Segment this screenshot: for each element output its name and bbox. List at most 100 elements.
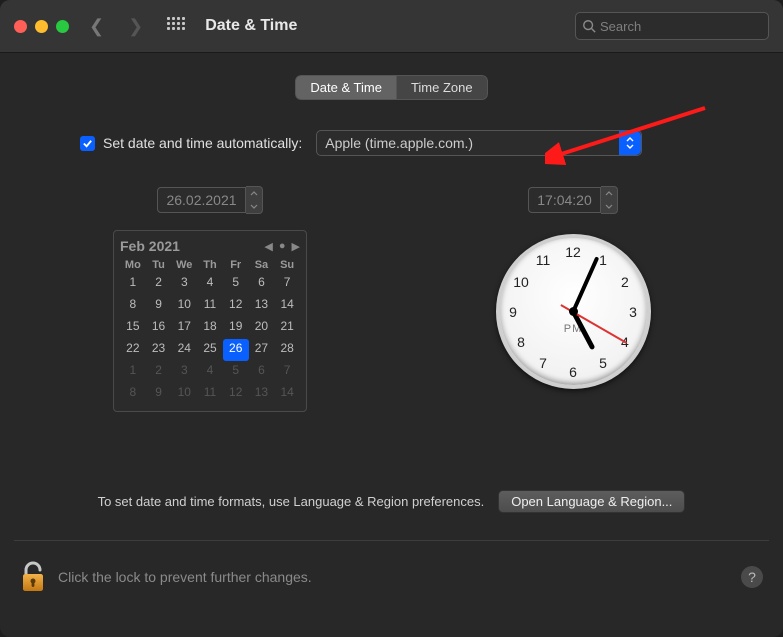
lock-row: Click the lock to prevent further change…: [20, 560, 763, 594]
titlebar: ❮ ❯ Date & Time Search: [0, 0, 783, 53]
calendar[interactable]: Feb 2021 ◀ ● ▶ MoTuWeThFrSaSu12345678910…: [113, 230, 307, 412]
clock-numeral: 3: [629, 304, 637, 320]
auto-time-label: Set date and time automatically:: [103, 135, 302, 151]
calendar-day[interactable]: 26: [223, 339, 249, 361]
calendar-day[interactable]: 7: [274, 361, 300, 383]
date-column: 26.02.2021 Feb 2021 ◀ ● ▶ MoTuWeThFrSaSu…: [60, 186, 360, 412]
calendar-day[interactable]: 8: [120, 295, 146, 317]
calendar-day[interactable]: 5: [223, 273, 249, 295]
calendar-day[interactable]: 16: [146, 317, 172, 339]
calendar-dow: Mo: [120, 257, 146, 273]
calendar-dow: Tu: [146, 257, 172, 273]
calendar-day[interactable]: 13: [249, 295, 275, 317]
calendar-day[interactable]: 4: [197, 361, 223, 383]
calendar-prev-icon[interactable]: ◀: [264, 240, 272, 253]
time-field[interactable]: 17:04:20: [528, 186, 618, 214]
calendar-day[interactable]: 18: [197, 317, 223, 339]
clock-numeral: 5: [599, 355, 607, 371]
window-title: Date & Time: [205, 17, 297, 35]
calendar-day[interactable]: 19: [223, 317, 249, 339]
calendar-dow: Su: [274, 257, 300, 273]
calendar-day[interactable]: 1: [120, 361, 146, 383]
clock-numeral: 7: [539, 355, 547, 371]
clock-numeral: 1: [599, 252, 607, 268]
search-icon: [582, 19, 596, 33]
main-columns: 26.02.2021 Feb 2021 ◀ ● ▶ MoTuWeThFrSaSu…: [0, 186, 783, 412]
zoom-window-button[interactable]: [56, 20, 69, 33]
calendar-today-icon[interactable]: ●: [279, 240, 286, 252]
calendar-day[interactable]: 2: [146, 273, 172, 295]
calendar-day[interactable]: 28: [274, 339, 300, 361]
stepper-down-icon: [601, 200, 617, 213]
calendar-day[interactable]: 20: [249, 317, 275, 339]
clock-numeral: 9: [509, 304, 517, 320]
calendar-day[interactable]: 7: [274, 273, 300, 295]
auto-time-checkbox[interactable]: [80, 136, 95, 151]
calendar-day[interactable]: 3: [171, 361, 197, 383]
date-value: 26.02.2021: [157, 187, 245, 213]
calendar-day[interactable]: 12: [223, 295, 249, 317]
preferences-window: ❮ ❯ Date & Time Search Date & Time Time …: [0, 0, 783, 637]
tab-date-time[interactable]: Date & Time: [295, 75, 396, 100]
nav-arrows: ❮ ❯: [89, 17, 143, 35]
minimize-window-button[interactable]: [35, 20, 48, 33]
calendar-day[interactable]: 9: [146, 295, 172, 317]
forward-button[interactable]: ❯: [128, 17, 143, 35]
calendar-nav: ◀ ● ▶: [264, 240, 300, 253]
footer-row: To set date and time formats, use Langua…: [0, 490, 783, 513]
calendar-dow: We: [171, 257, 197, 273]
footer-text: To set date and time formats, use Langua…: [98, 494, 485, 509]
time-server-dropdown[interactable]: Apple (time.apple.com.): [316, 130, 642, 156]
calendar-day[interactable]: 6: [249, 361, 275, 383]
search-field[interactable]: Search: [575, 12, 769, 40]
help-button[interactable]: ?: [741, 566, 763, 588]
time-stepper[interactable]: [601, 186, 618, 214]
time-column: 17:04:20 PM 121234567891011: [423, 186, 723, 412]
calendar-day[interactable]: 8: [120, 383, 146, 405]
tab-time-zone[interactable]: Time Zone: [396, 75, 488, 100]
lock-text: Click the lock to prevent further change…: [58, 569, 312, 585]
calendar-day[interactable]: 4: [197, 273, 223, 295]
calendar-day[interactable]: 23: [146, 339, 172, 361]
calendar-day[interactable]: 11: [197, 383, 223, 405]
time-value: 17:04:20: [528, 187, 601, 213]
calendar-day[interactable]: 25: [197, 339, 223, 361]
calendar-day[interactable]: 2: [146, 361, 172, 383]
clock-numeral: 8: [517, 334, 525, 350]
close-window-button[interactable]: [14, 20, 27, 33]
calendar-day[interactable]: 1: [120, 273, 146, 295]
back-button[interactable]: ❮: [89, 17, 104, 35]
calendar-day[interactable]: 17: [171, 317, 197, 339]
calendar-day[interactable]: 12: [223, 383, 249, 405]
calendar-day[interactable]: 27: [249, 339, 275, 361]
stepper-up-icon: [601, 187, 617, 200]
open-language-region-button[interactable]: Open Language & Region...: [498, 490, 685, 513]
window-controls: [14, 20, 69, 33]
tab-bar: Date & Time Time Zone: [0, 75, 783, 100]
calendar-day[interactable]: 10: [171, 383, 197, 405]
date-stepper[interactable]: [246, 186, 263, 214]
calendar-next-icon[interactable]: ▶: [292, 240, 300, 253]
calendar-day[interactable]: 14: [274, 295, 300, 317]
calendar-day[interactable]: 6: [249, 273, 275, 295]
lock-icon[interactable]: [20, 560, 46, 594]
clock-numeral: 10: [513, 274, 529, 290]
date-field[interactable]: 26.02.2021: [157, 186, 262, 214]
show-all-icon[interactable]: [167, 17, 185, 35]
analog-clock: PM 121234567891011: [496, 234, 651, 389]
auto-time-row: Set date and time automatically: Apple (…: [80, 130, 783, 156]
calendar-day[interactable]: 10: [171, 295, 197, 317]
calendar-day[interactable]: 21: [274, 317, 300, 339]
calendar-day[interactable]: 3: [171, 273, 197, 295]
calendar-day[interactable]: 11: [197, 295, 223, 317]
calendar-day[interactable]: 5: [223, 361, 249, 383]
calendar-day[interactable]: 22: [120, 339, 146, 361]
calendar-day[interactable]: 24: [171, 339, 197, 361]
calendar-day[interactable]: 13: [249, 383, 275, 405]
stepper-down-icon: [246, 200, 262, 213]
calendar-day[interactable]: 14: [274, 383, 300, 405]
clock-numeral: 11: [536, 252, 551, 268]
calendar-month-label: Feb 2021: [120, 238, 180, 254]
calendar-day[interactable]: 15: [120, 317, 146, 339]
calendar-day[interactable]: 9: [146, 383, 172, 405]
